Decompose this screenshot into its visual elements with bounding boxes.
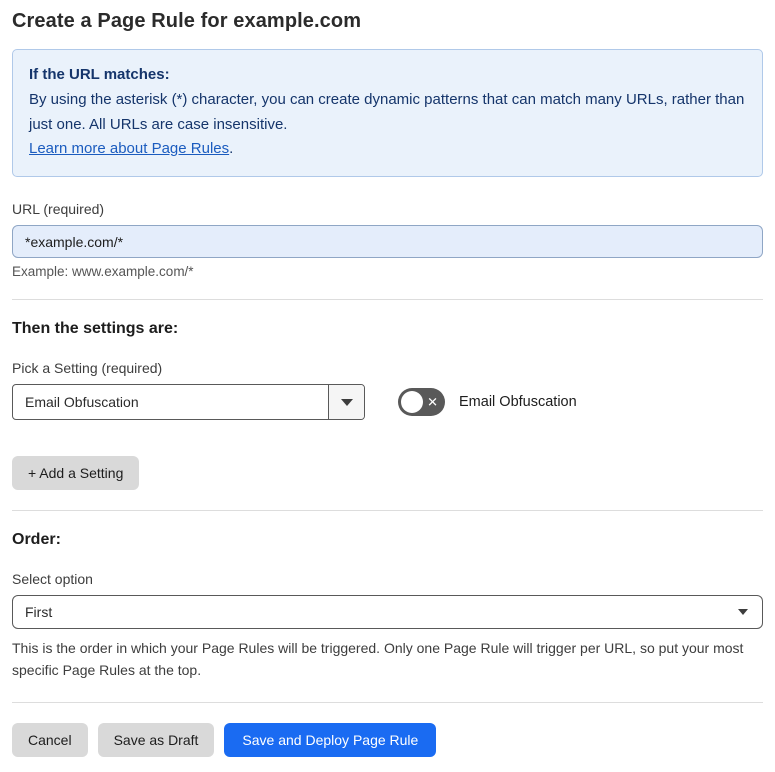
info-box-body: By using the asterisk (*) character, you… bbox=[29, 90, 745, 133]
toggle-label: Email Obfuscation bbox=[459, 394, 577, 410]
order-section-heading: Order: bbox=[12, 531, 61, 548]
setting-dropdown-value: Email Obfuscation bbox=[25, 394, 139, 410]
toggle-off-x-icon: ✕ bbox=[427, 394, 438, 410]
learn-more-link[interactable]: Learn more about Page Rules bbox=[29, 140, 229, 157]
divider bbox=[12, 510, 763, 511]
order-select-value: First bbox=[25, 604, 53, 620]
url-field-label: URL (required) bbox=[12, 201, 105, 217]
chevron-down-icon bbox=[738, 609, 748, 615]
email-obfuscation-toggle[interactable]: ✕ bbox=[398, 388, 445, 416]
divider bbox=[12, 701, 763, 703]
setting-dropdown[interactable]: Email Obfuscation bbox=[12, 384, 365, 420]
divider bbox=[12, 299, 763, 300]
settings-section-heading: Then the settings are: bbox=[12, 320, 179, 337]
select-option-label: Select option bbox=[12, 571, 93, 587]
footer-actions: Cancel Save as Draft Save and Deploy Pag… bbox=[12, 722, 763, 757]
save-and-deploy-button[interactable]: Save and Deploy Page Rule bbox=[224, 722, 437, 757]
url-matches-info-box: If the URL matches: By using the asteris… bbox=[12, 49, 763, 177]
link-suffix: . bbox=[229, 140, 234, 158]
email-obfuscation-toggle-group: ✕ Email Obfuscation bbox=[398, 388, 577, 416]
info-box-link-row: Learn more about Page Rules. bbox=[29, 137, 746, 162]
url-example-help: Example: www.example.com/* bbox=[12, 264, 194, 279]
pick-setting-label: Pick a Setting (required) bbox=[12, 360, 163, 376]
chevron-down-icon bbox=[340, 398, 353, 406]
page-rule-form: Create a Page Rule for example.com If th… bbox=[0, 0, 775, 772]
setting-row: Email Obfuscation ✕ Email Obfuscation bbox=[12, 384, 763, 420]
page-title: Create a Page Rule for example.com bbox=[12, 10, 362, 32]
order-select[interactable]: First bbox=[12, 595, 763, 629]
setting-dropdown-arrow-box[interactable] bbox=[328, 385, 364, 419]
save-as-draft-button[interactable]: Save as Draft bbox=[97, 722, 215, 757]
info-box-heading: If the URL matches: bbox=[29, 66, 170, 83]
order-description: This is the order in which your Page Rul… bbox=[12, 640, 744, 679]
toggle-knob bbox=[401, 391, 423, 413]
add-setting-button[interactable]: + Add a Setting bbox=[12, 456, 140, 490]
url-input[interactable] bbox=[12, 225, 763, 258]
cancel-button[interactable]: Cancel bbox=[12, 722, 88, 757]
